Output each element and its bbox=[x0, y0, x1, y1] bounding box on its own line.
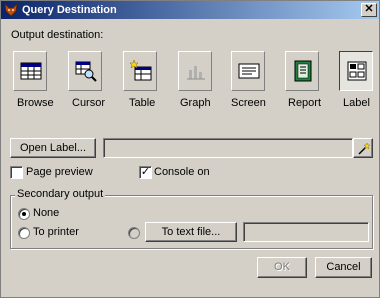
to-text-file-radio[interactable] bbox=[128, 227, 140, 239]
open-label-button[interactable]: Open Label... bbox=[10, 138, 96, 158]
label-label: Label bbox=[343, 97, 370, 109]
secondary-output-title: Secondary output bbox=[15, 188, 106, 200]
report-button[interactable] bbox=[285, 51, 319, 91]
wizard-button[interactable] bbox=[353, 138, 373, 158]
report-label: Report bbox=[288, 97, 322, 109]
close-icon: ✕ bbox=[364, 3, 374, 15]
screen-button[interactable] bbox=[231, 51, 265, 91]
console-on-checkbox[interactable]: ✓ bbox=[139, 166, 152, 179]
graph-label: Graph bbox=[180, 97, 211, 109]
ok-button[interactable]: OK bbox=[257, 257, 307, 278]
table-button[interactable] bbox=[123, 51, 157, 91]
output-destination-label: Output destination: bbox=[11, 29, 104, 41]
report-icon bbox=[294, 60, 312, 82]
page-preview-label: Page preview bbox=[26, 166, 93, 178]
fox-app-icon bbox=[4, 3, 18, 17]
graph-button[interactable] bbox=[178, 51, 212, 91]
cursor-label: Cursor bbox=[72, 97, 106, 109]
graph-icon bbox=[187, 66, 205, 80]
cursor-icon bbox=[75, 61, 97, 82]
cursor-button[interactable] bbox=[68, 51, 102, 91]
close-button[interactable]: ✕ bbox=[361, 3, 377, 17]
magic-wand-icon bbox=[358, 142, 371, 155]
screen-icon bbox=[238, 63, 260, 79]
table-icon bbox=[130, 60, 152, 81]
check-mark-icon: ✓ bbox=[140, 166, 151, 178]
to-printer-radio[interactable] bbox=[18, 227, 30, 239]
none-radio[interactable] bbox=[18, 208, 30, 220]
title-bar[interactable]: Query Destination ✕ bbox=[1, 1, 379, 19]
label-button[interactable] bbox=[339, 51, 373, 91]
browse-icon bbox=[20, 62, 42, 80]
cancel-button[interactable]: Cancel bbox=[315, 257, 372, 278]
page-preview-checkbox[interactable] bbox=[10, 166, 23, 179]
label-icon bbox=[347, 61, 367, 81]
window-title: Query Destination bbox=[22, 4, 117, 16]
to-text-file-button[interactable]: To text file... bbox=[145, 222, 237, 242]
query-destination-dialog: Query Destination ✕ Output destination: bbox=[0, 0, 380, 298]
label-path-field[interactable] bbox=[103, 138, 353, 158]
screen-label: Screen bbox=[231, 97, 266, 109]
browse-button[interactable] bbox=[13, 51, 47, 91]
table-label: Table bbox=[129, 97, 156, 109]
text-file-field[interactable] bbox=[243, 222, 369, 242]
to-printer-label: To printer bbox=[33, 226, 79, 238]
console-on-label: Console on bbox=[154, 166, 210, 178]
browse-label: Browse bbox=[17, 97, 54, 109]
none-radio-label: None bbox=[33, 207, 60, 219]
